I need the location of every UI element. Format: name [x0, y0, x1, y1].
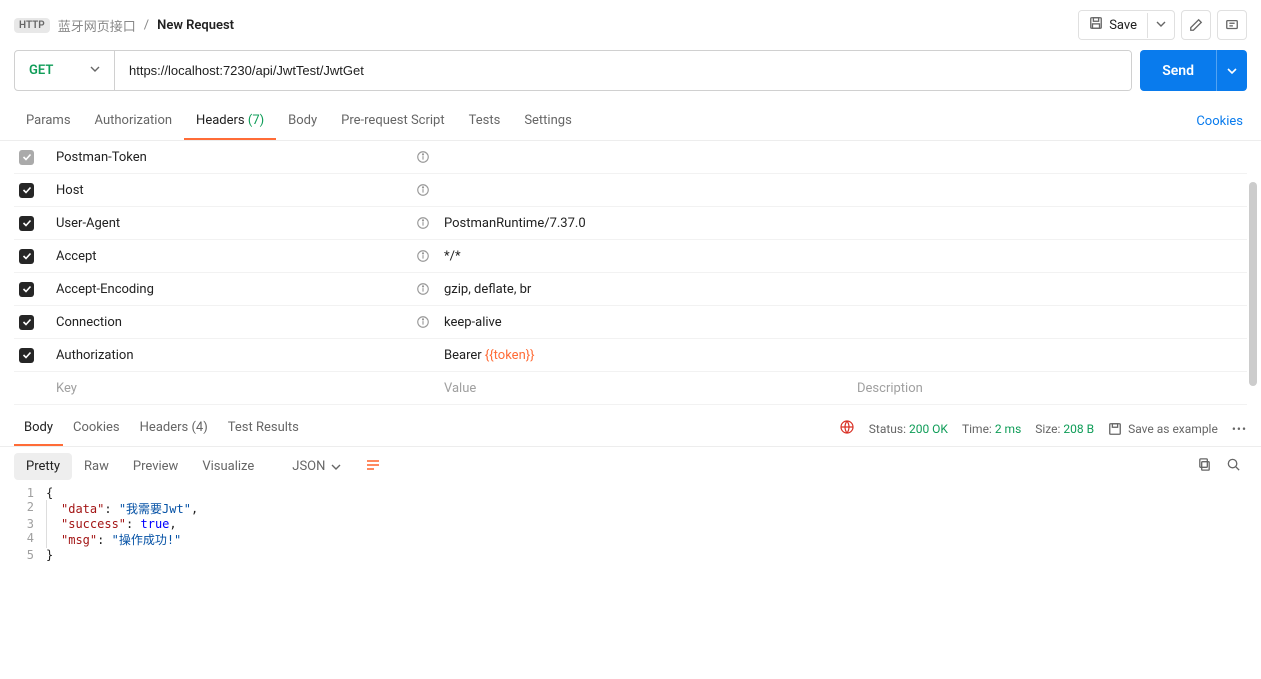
network-warning-icon[interactable] — [839, 419, 855, 438]
wrap-lines-icon[interactable] — [365, 457, 381, 477]
save-button[interactable]: Save — [1079, 11, 1147, 39]
info-icon[interactable] — [416, 183, 444, 197]
size-meta: Size: 208 B — [1035, 422, 1094, 436]
view-visualize[interactable]: Visualize — [190, 453, 266, 480]
breadcrumb-folder[interactable]: 蓝牙网页接口 — [58, 16, 136, 35]
code-line: 2"data": "我需要Jwt", — [14, 500, 1247, 517]
header-key[interactable]: Connection — [56, 315, 416, 330]
header-row[interactable]: Host — [14, 174, 1247, 207]
header-value[interactable]: */* — [444, 249, 857, 264]
header-value[interactable]: gzip, deflate, br — [444, 282, 857, 297]
status-meta: Status: 200 OK — [869, 422, 948, 436]
header-checkbox[interactable] — [19, 216, 34, 231]
header-checkbox[interactable] — [19, 282, 34, 297]
save-dropdown[interactable] — [1147, 13, 1174, 38]
header-value[interactable]: keep-alive — [444, 315, 857, 330]
breadcrumb: 蓝牙网页接口 / New Request — [58, 16, 234, 35]
scrollbar[interactable] — [1249, 182, 1257, 386]
info-icon[interactable] — [416, 249, 444, 263]
method-select[interactable]: GET — [15, 51, 115, 90]
header-row[interactable]: Authorization Bearer {{token}} — [14, 339, 1247, 372]
comment-button[interactable] — [1217, 10, 1247, 40]
url-input[interactable] — [115, 51, 1131, 90]
header-key[interactable]: Authorization — [56, 348, 416, 363]
header-value-placeholder[interactable]: Value — [444, 381, 857, 396]
header-checkbox[interactable] — [19, 183, 34, 198]
header-row[interactable]: Accept */* — [14, 240, 1247, 273]
save-label: Save — [1109, 18, 1137, 33]
header-key[interactable]: Accept — [56, 249, 416, 264]
search-icon[interactable] — [1226, 457, 1241, 476]
tab-prerequest[interactable]: Pre-request Script — [329, 103, 456, 140]
edit-button[interactable] — [1181, 10, 1211, 40]
send-label: Send — [1162, 63, 1194, 79]
info-icon[interactable] — [416, 282, 444, 296]
header-checkbox[interactable] — [19, 249, 34, 264]
response-body-code[interactable]: 1{2"data": "我需要Jwt",3"success": true,4"m… — [0, 486, 1261, 602]
info-icon[interactable] — [416, 216, 444, 230]
tab-settings[interactable]: Settings — [512, 103, 583, 140]
header-value[interactable]: PostmanRuntime/7.37.0 — [444, 216, 857, 231]
send-button[interactable]: Send — [1140, 50, 1216, 91]
tab-headers-label: Headers — [196, 113, 245, 128]
save-as-example-button[interactable]: Save as example — [1108, 422, 1218, 436]
headers-table: Postman-Token Host User-Agent PostmanRuntim… — [0, 141, 1261, 405]
header-value[interactable]: Bearer {{token}} — [444, 348, 857, 363]
code-line: 5} — [14, 548, 1247, 562]
tab-authorization[interactable]: Authorization — [83, 103, 185, 140]
header-checkbox[interactable] — [19, 348, 34, 363]
resp-tab-headers[interactable]: Headers (4) — [130, 411, 218, 446]
header-checkbox[interactable] — [19, 150, 34, 165]
copy-icon[interactable] — [1197, 457, 1212, 476]
cookies-link[interactable]: Cookies — [1192, 104, 1247, 139]
tab-headers[interactable]: Headers (7) — [184, 103, 276, 140]
header-row[interactable]: Accept-Encoding gzip, deflate, br — [14, 273, 1247, 306]
header-key[interactable]: User-Agent — [56, 216, 416, 231]
header-checkbox[interactable] — [19, 315, 34, 330]
resp-tab-body[interactable]: Body — [14, 411, 63, 446]
code-line: 3"success": true, — [14, 517, 1247, 531]
resp-tab-testresults[interactable]: Test Results — [218, 411, 309, 446]
code-line: 1{ — [14, 486, 1247, 500]
header-row[interactable]: Connection keep-alive — [14, 306, 1247, 339]
breadcrumb-current: New Request — [157, 18, 234, 33]
view-preview[interactable]: Preview — [121, 453, 190, 480]
chevron-down-icon — [90, 63, 100, 78]
header-row-new[interactable]: Key ValueDescription — [14, 372, 1247, 405]
http-badge: HTTP — [14, 18, 50, 33]
lang-select[interactable]: JSON — [282, 453, 351, 480]
header-key[interactable]: Accept-Encoding — [56, 282, 416, 297]
save-icon — [1089, 16, 1103, 34]
breadcrumb-separator: / — [144, 18, 149, 33]
header-key[interactable]: Postman-Token — [56, 150, 416, 165]
info-icon[interactable] — [416, 150, 444, 164]
header-row[interactable]: User-Agent PostmanRuntime/7.37.0 — [14, 207, 1247, 240]
tab-headers-count: (7) — [248, 113, 264, 128]
header-row[interactable]: Postman-Token — [14, 141, 1247, 174]
lang-label: JSON — [292, 459, 325, 474]
more-icon[interactable]: ••• — [1232, 422, 1247, 436]
header-desc-placeholder[interactable]: Description — [857, 381, 1247, 396]
send-dropdown[interactable] — [1216, 50, 1247, 91]
resp-tab-cookies[interactable]: Cookies — [63, 411, 130, 446]
info-icon[interactable] — [416, 315, 444, 329]
tab-params[interactable]: Params — [14, 103, 83, 140]
tab-tests[interactable]: Tests — [457, 103, 513, 140]
save-group: Save — [1078, 10, 1175, 40]
tab-body[interactable]: Body — [276, 103, 329, 140]
header-key[interactable]: Host — [56, 183, 416, 198]
code-line: 4"msg": "操作成功!" — [14, 531, 1247, 548]
view-raw[interactable]: Raw — [72, 453, 121, 480]
time-meta: Time: 2 ms — [962, 422, 1021, 436]
view-pretty[interactable]: Pretty — [14, 453, 72, 480]
method-label: GET — [29, 63, 53, 78]
header-key-placeholder[interactable]: Key — [56, 381, 416, 396]
